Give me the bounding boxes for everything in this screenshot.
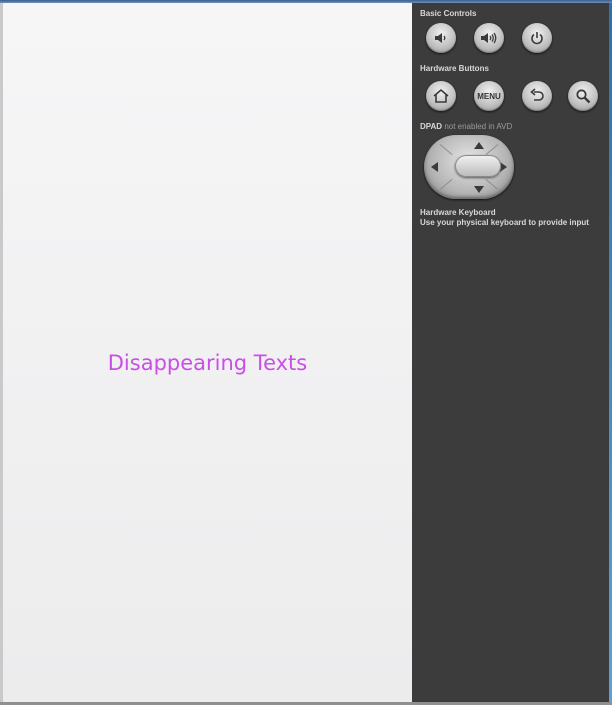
disappearing-text-label: Disappearing Texts [107,351,308,375]
dpad-heading: DPAD not enabled in AVD [420,122,512,131]
hardware-keyboard-note: Use your physical keyboard to provide in… [420,218,589,227]
power-button[interactable] [522,23,552,53]
volume-up-button[interactable] [474,23,504,53]
basic-controls-heading: Basic Controls [420,9,477,18]
dpad-divider [485,143,499,156]
back-icon [529,88,545,104]
hardware-buttons-heading: Hardware Buttons [420,64,489,73]
dpad-left-arrow[interactable] [431,162,438,172]
dpad-up-arrow[interactable] [474,142,484,149]
volume-up-icon [480,31,498,45]
menu-button[interactable]: MENU [474,81,504,111]
power-icon [530,31,544,45]
volume-down-icon [433,31,449,45]
dpad-divider [439,178,453,191]
search-button[interactable] [568,81,598,111]
emulator-screen[interactable]: Disappearing Texts [3,3,412,702]
home-button[interactable] [426,81,456,111]
dpad-center-button[interactable] [455,155,501,177]
hardware-keyboard-heading: Hardware Keyboard [420,208,496,217]
dpad-down-arrow[interactable] [474,186,484,193]
emulator-controls-panel: Basic Controls Hardware Buttons MENU DPA… [412,3,609,702]
volume-down-button[interactable] [426,23,456,53]
dpad-divider [485,178,499,191]
dpad-divider [439,143,453,156]
menu-button-label: MENU [477,91,501,101]
dpad-right-arrow[interactable] [500,162,507,172]
dpad-note: not enabled in AVD [444,122,513,131]
search-icon [575,88,591,104]
home-icon [432,88,450,104]
dpad-heading-label: DPAD [420,122,443,131]
dpad[interactable] [424,135,514,199]
back-button[interactable] [522,81,552,111]
